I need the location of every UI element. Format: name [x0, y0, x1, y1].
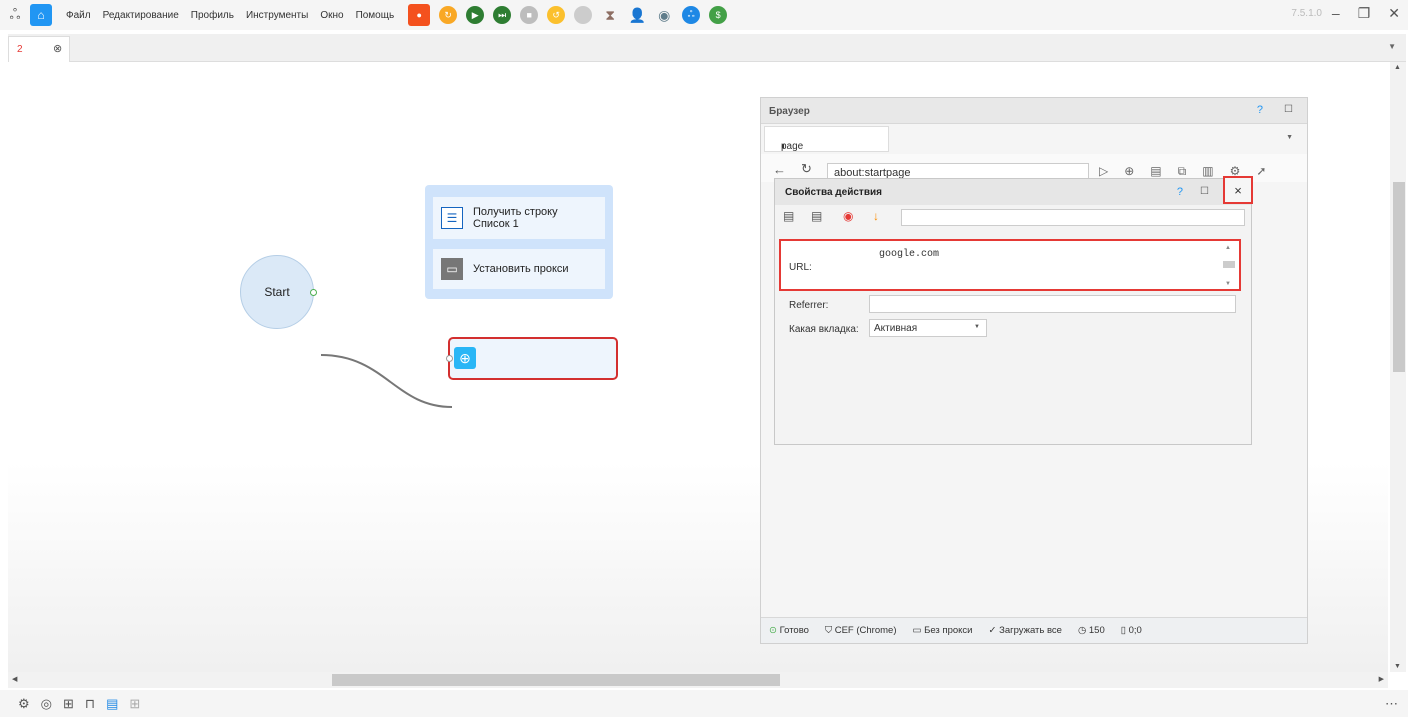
status-coords-label: 0;0 — [1128, 625, 1142, 636]
mouse-icon: ▯ — [1120, 625, 1126, 636]
start-output-port[interactable] — [310, 289, 317, 296]
scroll-thumb[interactable] — [1223, 261, 1235, 268]
check-icon: ⊙ — [769, 625, 777, 636]
arrow-down-icon[interactable]: ↓ — [873, 209, 879, 223]
lock-icon[interactable]: ⊓ — [85, 696, 95, 712]
status-timeout-label: 150 — [1088, 625, 1105, 636]
proxy-icon: ▭ — [912, 625, 922, 636]
status-ready-label: Готово — [779, 625, 809, 636]
reload-icon[interactable]: ↻ — [801, 161, 812, 177]
set-proxy-label: Установить прокси — [473, 263, 569, 275]
referrer-input[interactable] — [869, 295, 1236, 313]
doc-icon[interactable]: ▤ — [1150, 164, 1161, 179]
save-icon[interactable]: ▥ — [1202, 164, 1213, 179]
status-timeout[interactable]: ◷ 150 — [1078, 625, 1105, 636]
vscroll-up-icon[interactable]: ▲ — [1394, 64, 1401, 71]
start-label: Start — [264, 285, 290, 299]
url-input[interactable]: google.com — [879, 249, 939, 260]
status-load[interactable]: ✓ Загружать все — [988, 625, 1061, 636]
engine-icon: ⛉ — [824, 625, 833, 636]
scroll-down-icon[interactable]: ▼ — [1225, 281, 1231, 287]
action-group[interactable]: ☰ Получить строку Список 1 ▭ Установить … — [425, 185, 613, 299]
account-icon[interactable]: ◎ — [41, 696, 52, 712]
back-icon[interactable]: ← — [773, 162, 786, 177]
gear-icon[interactable]: ⚙ — [18, 696, 30, 712]
grid-icon[interactable]: ⊞ — [63, 696, 74, 712]
tab-select-label: Какая вкладка: — [789, 324, 859, 335]
get-string-sublabel: Список 1 — [473, 218, 519, 230]
status-engine-label: CEF (Chrome) — [834, 625, 897, 636]
hscroll-left-icon[interactable]: ◀ — [12, 675, 17, 683]
properties-help-button[interactable]: ? — [1177, 186, 1183, 198]
properties-close-button[interactable]: × — [1223, 176, 1253, 204]
status-coords: ▯ 0;0 — [1121, 625, 1142, 636]
browser-tab-label: page — [781, 141, 804, 152]
bottom-toolbar: ⚙ ◎ ⊞ ⊓ ▤ ⊞ ⋯ — [0, 690, 1408, 717]
load-icon: ✓ — [988, 625, 997, 636]
properties-toolbar: ▤ ▤ ◉ ↓ — [775, 207, 1251, 229]
browser-statusbar: ⊙ Готово ⛉ CEF (Chrome) ▭ Без прокси ✓ З… — [761, 617, 1307, 643]
url-scrollbar[interactable]: ▲ ▼ — [1223, 245, 1235, 287]
globe-icon: ⊕ — [454, 347, 476, 369]
tab-select-value: Активная — [874, 323, 918, 334]
referrer-label: Referrer: — [789, 300, 829, 311]
set-proxy-action[interactable]: ▭ Установить прокси — [433, 249, 605, 289]
browser-header: Браузер ? ☐ — [761, 98, 1307, 124]
start-node[interactable]: Start — [240, 255, 317, 329]
get-string-action[interactable]: ☰ Получить строку Список 1 — [433, 197, 605, 239]
browser-title: Браузер — [769, 106, 810, 117]
get-string-label: Получить строку — [473, 206, 558, 218]
add-box-icon[interactable]: ⊞ — [129, 696, 140, 712]
vscroll-down-icon[interactable]: ▼ — [1394, 663, 1401, 670]
status-proxy-label: Без прокси — [924, 625, 973, 636]
cursor-icon[interactable]: ➚ — [1256, 164, 1266, 179]
properties-doc-icon[interactable]: ▤ — [783, 209, 794, 223]
record-dot-icon[interactable]: ◉ — [843, 209, 853, 223]
properties-edit-icon[interactable]: ▤ — [811, 209, 822, 223]
horizontal-scrollbar[interactable]: ◀ ▶ — [8, 672, 1388, 688]
tabs-icon[interactable]: ⧉ — [1178, 164, 1187, 179]
properties-maximize-icon[interactable]: ☐ — [1200, 186, 1209, 197]
url-label: URL: — [789, 262, 812, 273]
browser-tab-page[interactable]: ◐ page — [764, 126, 889, 152]
browser-help-button[interactable]: ? — [1257, 104, 1263, 116]
hscroll-right-icon[interactable]: ▶ — [1379, 675, 1384, 683]
navigate-action-node[interactable]: ⊕ — [446, 337, 618, 380]
status-load-label: Загружать все — [999, 625, 1062, 636]
tab-select[interactable]: Активная ▼ — [869, 319, 987, 337]
browser-tabs-dropdown-icon[interactable]: ▼ — [1286, 134, 1293, 141]
log-icon[interactable]: ▤ — [106, 696, 118, 712]
hscroll-thumb[interactable] — [332, 674, 780, 686]
status-engine[interactable]: ⛉ CEF (Chrome) — [825, 625, 897, 636]
vertical-scrollbar[interactable]: ▲ ▼ — [1390, 62, 1406, 672]
more-icon[interactable]: ⋯ — [1385, 696, 1398, 712]
clock-icon: ◷ — [1077, 625, 1087, 636]
action-input-port[interactable] — [446, 355, 453, 362]
scroll-up-icon[interactable]: ▲ — [1225, 245, 1231, 251]
add-icon[interactable]: ⊕ — [1124, 164, 1134, 179]
list-icon: ☰ — [441, 207, 463, 229]
status-ready: ⊙ Готово — [769, 625, 809, 636]
properties-name-input[interactable] — [901, 209, 1245, 226]
vscroll-thumb[interactable] — [1393, 182, 1405, 372]
status-proxy[interactable]: ▭ Без прокси — [913, 625, 973, 636]
chevron-down-icon: ▼ — [974, 324, 980, 330]
url-field-group: URL: google.com ▲ ▼ — [779, 239, 1241, 291]
monitor-icon: ▭ — [441, 258, 463, 280]
properties-header: Свойства действия ? ☐ — [775, 179, 1251, 205]
browser-maximize-icon[interactable]: ☐ — [1284, 104, 1293, 115]
go-icon[interactable]: ▷ — [1099, 164, 1108, 179]
properties-title: Свойства действия — [785, 187, 882, 198]
